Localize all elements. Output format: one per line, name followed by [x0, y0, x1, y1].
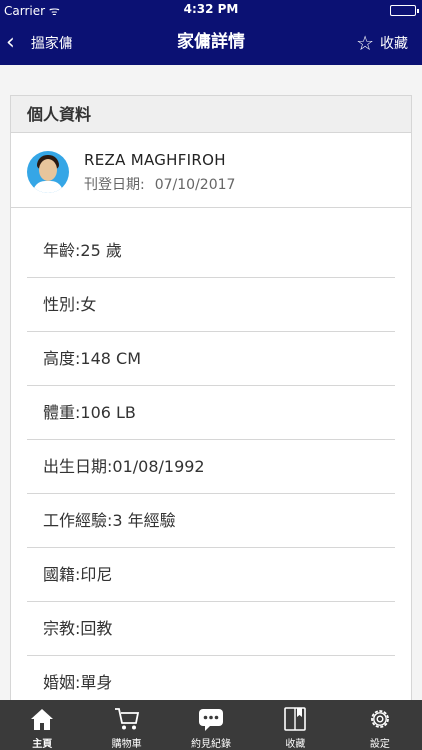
gear-icon: [370, 710, 389, 728]
tab-favorites-label: 收藏: [285, 739, 306, 750]
avatar-shirt: [33, 181, 63, 193]
detail-row-marital: 婚姻:單身: [43, 673, 113, 692]
posted-date-value: 07/10/2017: [154, 177, 236, 193]
tab-settings[interactable]: 設定: [338, 700, 422, 750]
profile-card: 個人資料 REZA MAGHFIROH 刊登日期: 07/10/2017 年齡:2…: [10, 95, 412, 700]
battery-icon: [390, 5, 419, 16]
star-icon: ☆: [356, 30, 374, 55]
tab-settings-label: 設定: [369, 739, 390, 750]
content-area[interactable]: 個人資料 REZA MAGHFIROH 刊登日期: 07/10/2017 年齡:2…: [0, 65, 422, 700]
clock: 4:32 PM: [183, 2, 239, 16]
detail-row-weight: 體重:106 LB: [27, 386, 395, 440]
home-icon: [31, 709, 54, 730]
profile-summary: REZA MAGHFIROH 刊登日期: 07/10/2017: [11, 133, 411, 208]
avatar: [27, 151, 69, 193]
detail-list: 年齡:25 歲 性別:女 高度:148 CM 體重:106 LB 出生日期:01…: [11, 208, 411, 700]
tab-bar: 主頁 購物車 約見紀錄 收藏 設定: [0, 700, 422, 750]
detail-row-religion: 宗教:回教: [27, 602, 395, 656]
posted-date: 刊登日期: 07/10/2017: [84, 174, 235, 194]
tab-favorites[interactable]: 收藏: [253, 700, 337, 750]
tab-cart[interactable]: 購物車: [84, 700, 168, 750]
back-label: 搵家傭: [30, 35, 73, 52]
cart-icon: [114, 708, 139, 730]
posted-date-label: 刊登日期:: [84, 177, 145, 193]
favorite-label: 收藏: [380, 35, 408, 52]
chat-icon: [199, 709, 224, 731]
navigation-bar: ‹ 搵家傭 家傭詳情 ☆ 收藏: [0, 20, 422, 65]
tab-appointments-label: 約見紀錄: [191, 739, 232, 750]
tab-appointments[interactable]: 約見紀錄: [169, 700, 253, 750]
avatar-face: [39, 159, 57, 181]
tab-home[interactable]: 主頁: [0, 700, 84, 750]
detail-row-nationality: 國籍:印尼: [27, 548, 395, 602]
tab-home-label: 主頁: [32, 739, 53, 750]
bookmark-icon: [284, 707, 307, 731]
favorite-button[interactable]: ☆ 收藏: [356, 20, 408, 65]
detail-row-gender: 性別:女: [27, 278, 395, 332]
detail-row-birthdate: 出生日期:01/08/1992: [27, 440, 395, 494]
helper-name: REZA MAGHFIROH: [84, 151, 226, 169]
chevron-left-icon: ‹: [6, 29, 15, 55]
card-header: 個人資料: [11, 96, 411, 133]
tab-cart-label: 購物車: [111, 739, 142, 750]
status-bar: Carrier ᯤ 4:32 PM: [0, 0, 422, 20]
detail-row-height: 高度:148 CM: [27, 332, 395, 386]
back-button[interactable]: ‹ 搵家傭: [6, 20, 73, 65]
detail-row-age: 年齡:25 歲: [27, 224, 395, 278]
detail-row-experience: 工作經驗:3 年經驗: [27, 494, 395, 548]
